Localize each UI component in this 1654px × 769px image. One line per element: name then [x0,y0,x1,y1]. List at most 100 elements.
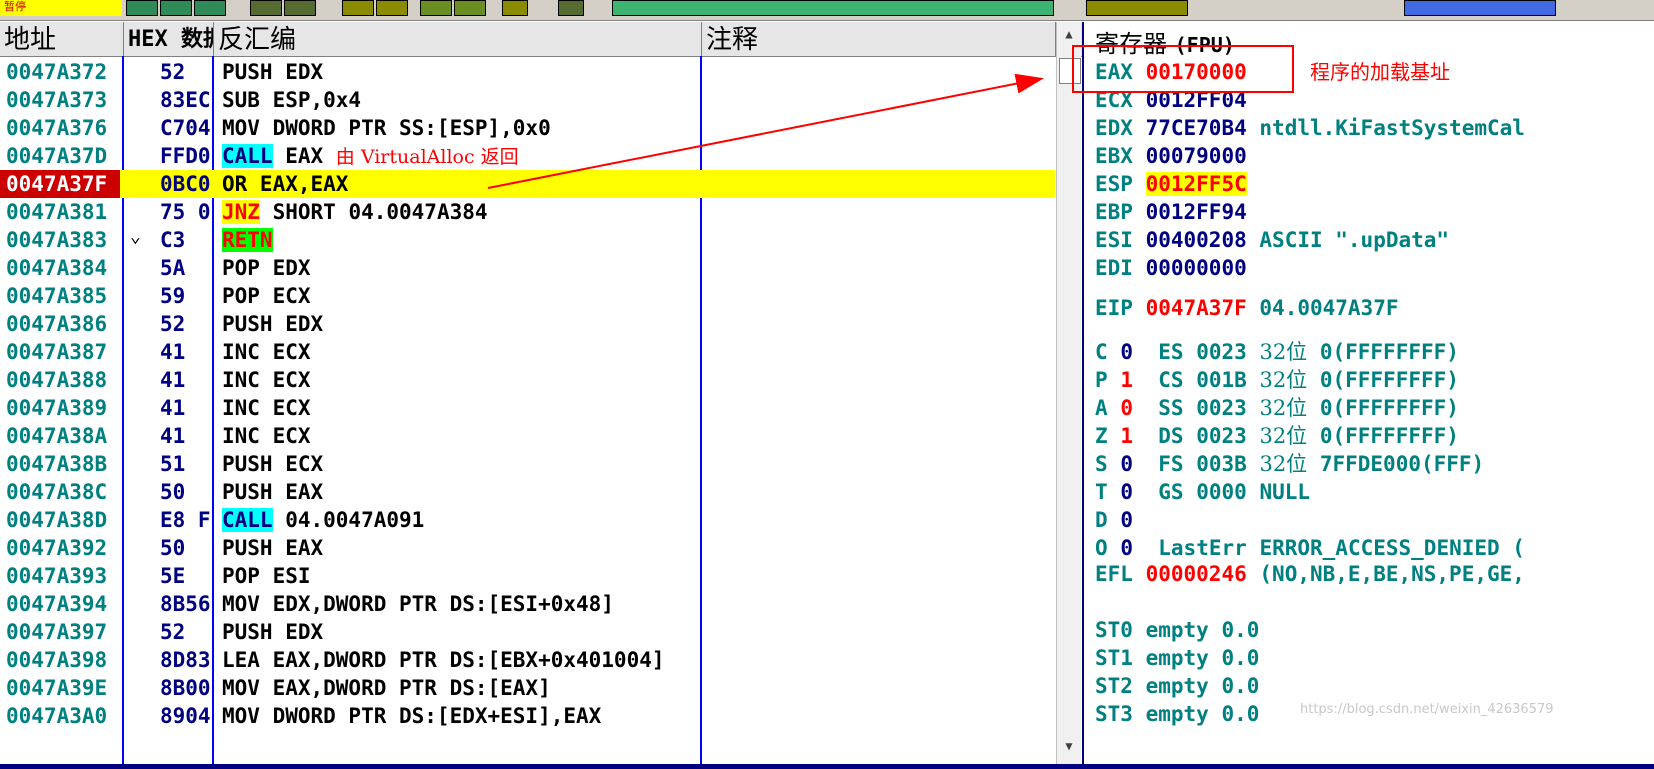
table-row[interactable]: 0047A393 5E POP ESI [0,562,1055,590]
row-address: 0047A385 [6,284,108,308]
register-row[interactable]: EDI 00000000 [1095,254,1247,282]
flag-row[interactable]: C 0 ES 0023 32位 0(FFFFFFFF) [1095,338,1459,366]
table-row[interactable]: 0047A376 C704 MOV DWORD PTR SS:[ESP],0x0 [0,114,1055,142]
register-row[interactable]: EDX 77CE70B4 ntdll.KiFastSystemCal [1095,114,1525,142]
flag-row[interactable]: S 0 FS 003B 32位 7FFDE000(FFF) [1095,450,1484,478]
toolbar-button-9[interactable] [454,0,486,16]
segment-name: DS [1158,424,1184,448]
disassembly-pane[interactable]: 地址 HEX 数据 反汇编 注释 0047A37252PUSH EDX0047A… [0,22,1084,764]
fpu-register-row[interactable]: ST3 empty 0.0 [1095,700,1259,728]
row-hex: 5E [160,564,186,588]
disassembly-scrollbar[interactable]: ▲ ▼ [1056,22,1081,764]
table-row[interactable]: 0047A386 52 PUSH EDX [0,310,1055,338]
column-header-hex[interactable]: HEX 数据 [124,22,214,56]
fpu-register-row[interactable]: ST1 empty 0.0 [1095,644,1259,672]
segment-value: ERROR_ACCESS_DENIED ( [1259,536,1525,560]
table-row[interactable]: 0047A372 52 PUSH EDX [0,58,1055,86]
toolbar-button-11[interactable] [558,0,584,16]
table-row[interactable]: 0047A388 41 INC ECX [0,366,1055,394]
segment-bits: 32位 [1259,424,1308,448]
register-name: ESI [1095,228,1133,252]
table-row[interactable]: 0047A381 75 0 JNZ SHORT 04.0047A384 [0,198,1055,226]
table-row[interactable]: 0047A373 83EC SUB ESP,0x4 [0,86,1055,114]
table-row[interactable]: 0047A37D FFD0 CALL EAX 由 VirtualAlloc 返回 [0,142,1055,170]
table-row[interactable]: 0047A389 41 INC ECX [0,394,1055,422]
toolbar-button-10[interactable] [502,0,528,16]
toolbar-button-group[interactable] [1086,0,1188,16]
registers-pane[interactable]: 寄存器 (FPU) EAX 00170000 ECX 0012FF04 EDX 77… [1085,22,1654,764]
instruction-operands: SHORT 04.0047A384 [259,200,488,224]
flag-row[interactable]: T 0 GS 0000 NULL [1095,478,1310,506]
column-header-comment[interactable]: 注释 [702,22,1056,56]
table-row-selected[interactable]: 0047A37F 0BC0 OR EAX,EAX [0,170,1055,198]
row-disassembly: POP ESI [222,562,700,590]
register-row-eip[interactable]: EIP 0047A37F 04.0047A37F [1095,294,1398,322]
toolbar-button-5[interactable] [284,0,316,16]
flag-row[interactable]: D 0 [1095,506,1133,534]
toolbar-button-3[interactable] [194,0,226,16]
table-row[interactable]: 0047A38C 50 PUSH EAX [0,478,1055,506]
row-disassembly: LEA EAX,DWORD PTR DS:[EBX+0x401004] [222,646,700,674]
table-row[interactable]: 0047A397 52 PUSH EDX [0,618,1055,646]
table-row[interactable]: 0047A392 50 PUSH EAX [0,534,1055,562]
table-row[interactable]: 0047A384 5A POP EDX [0,254,1055,282]
row-address: 0047A389 [6,396,108,420]
row-address: 0047A392 [6,536,108,560]
scroll-down-arrow-icon[interactable]: ▼ [1057,736,1081,756]
fpu-register-row[interactable]: ST2 empty 0.0 [1095,672,1259,700]
row-disassembly: CALL 04.0047A091 [222,506,700,534]
table-row[interactable]: 0047A383 C3 RETN [0,226,1055,254]
toolbar-button-4[interactable] [250,0,282,16]
fpu-register-value: empty 0.0 [1145,674,1260,698]
table-row[interactable]: 0047A38B 51 PUSH ECX [0,450,1055,478]
toolbar-button-6[interactable] [342,0,374,16]
row-hex: 8904 [160,704,211,728]
register-row-efl[interactable]: EFL 00000246 (NO,NB,E,BE,NS,PE,GE, [1095,560,1525,588]
fpu-register-row[interactable]: ST0 empty 0.0 [1095,616,1259,644]
flag-row[interactable]: P 1 CS 001B 32位 0(FFFFFFFF) [1095,366,1459,394]
table-row[interactable]: 0047A385 59 POP ECX [0,282,1055,310]
toolbar-button-2[interactable] [160,0,192,16]
table-row[interactable]: 0047A398 8D83 LEA EAX,DWORD PTR DS:[EBX+0x… [0,646,1055,674]
jump-indicator-icon: ⌄ [130,226,141,247]
register-row[interactable]: EBX 00079000 [1095,142,1247,170]
instruction-opcode: JNZ [222,200,260,224]
segment-value: 0023 [1196,340,1247,364]
flag-row[interactable]: A 0 SS 0023 32位 0(FFFFFFFF) [1095,394,1459,422]
row-hex: 5A [160,256,186,280]
table-row[interactable]: 0047A38D E8 F CALL 04.0047A091 [0,506,1055,534]
toolbar-help-buttons[interactable] [1404,0,1556,16]
row-disassembly: PUSH ECX [222,450,700,478]
toolbar-button-1[interactable] [126,0,158,16]
table-row[interactable]: 0047A387 41 INC ECX [0,338,1055,366]
fpu-register-value: empty 0.0 [1145,646,1260,670]
table-row[interactable]: 0047A38A 41 INC ECX [0,422,1055,450]
toolbar-button-8[interactable] [420,0,452,16]
column-header-disassembly[interactable]: 反汇编 [214,22,702,56]
register-row[interactable]: ESI 00400208 ASCII ".upData" [1095,226,1449,254]
table-row[interactable]: 0047A394 8B56 MOV EDX,DWORD PTR DS:[ESI+0x… [0,590,1055,618]
instruction-opcode: CALL [222,144,273,168]
register-row[interactable]: EBP 0012FF94 [1095,198,1247,226]
row-hex: E8 F [160,508,211,532]
flag-row[interactable]: Z 1 DS 0023 32位 0(FFFFFFFF) [1095,422,1459,450]
toolbar-window-buttons[interactable] [612,0,1054,16]
register-value: 00400208 [1145,228,1247,252]
column-header-address[interactable]: 地址 [0,22,124,56]
instruction-text: PUSH ECX [222,452,324,476]
scroll-up-arrow-icon[interactable]: ▲ [1057,24,1081,44]
table-row[interactable]: 0047A39E 8B00 MOV EAX,DWORD PTR DS:[EAX] [0,674,1055,702]
toolbar-button-7[interactable] [376,0,408,16]
flag-row[interactable]: O 0 LastErr ERROR_ACCESS_DENIED ( [1095,534,1525,562]
register-row[interactable]: ESP 0012FF5C [1095,170,1247,198]
register-name: EDX [1095,116,1133,140]
table-row[interactable]: 0047A3A0 8904 MOV DWORD PTR DS:[EDX+ESI],E… [0,702,1055,730]
row-disassembly: PUSH EAX [222,534,700,562]
